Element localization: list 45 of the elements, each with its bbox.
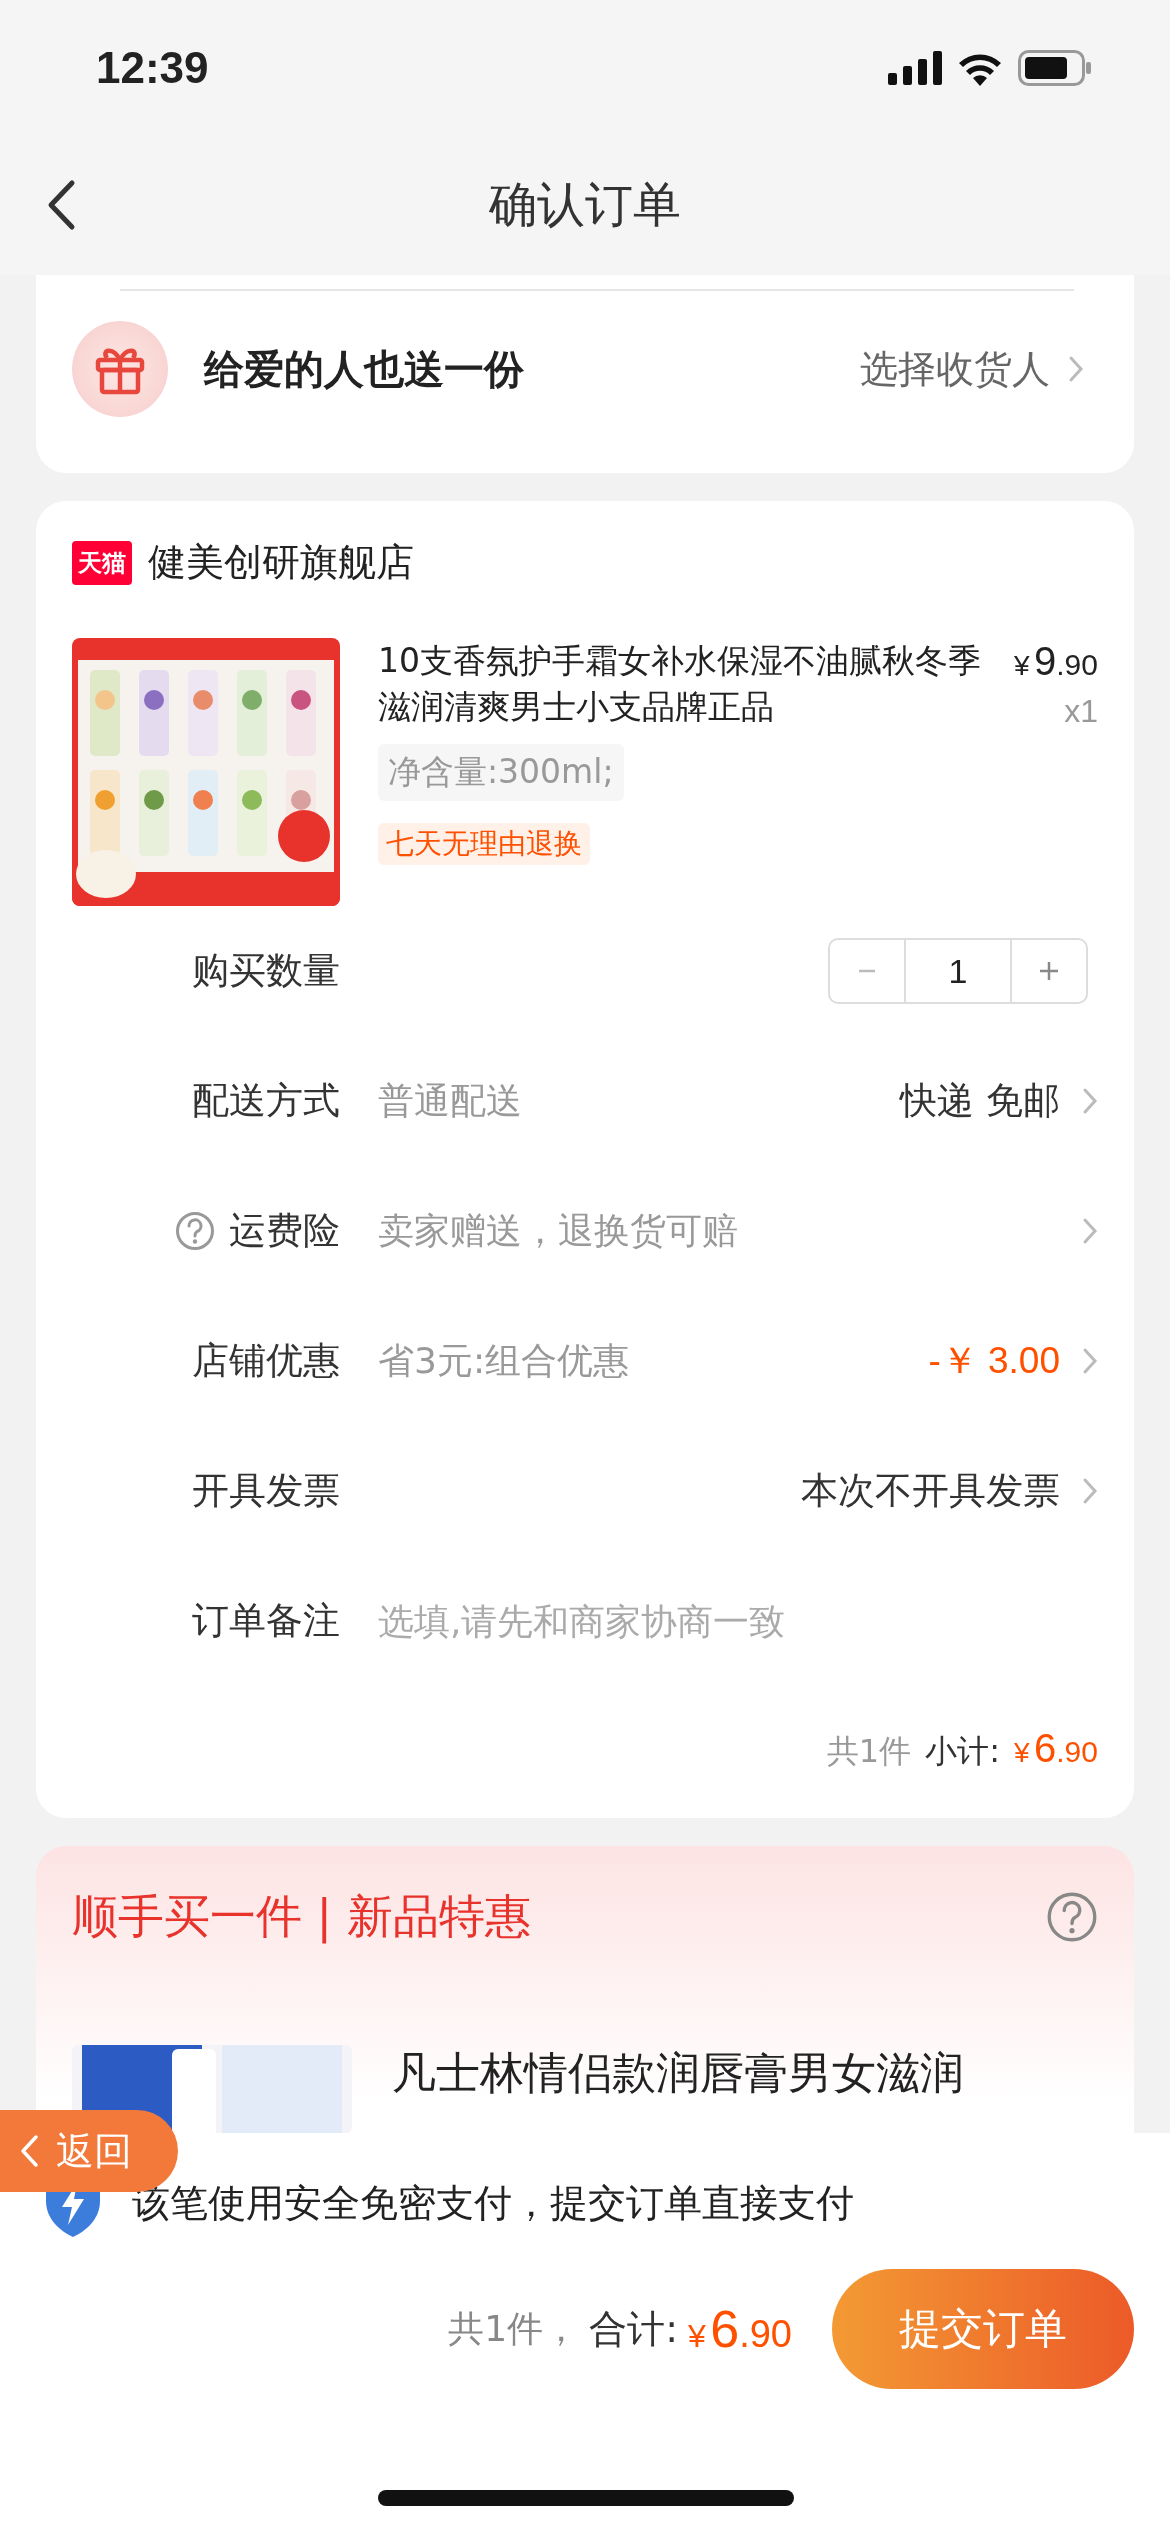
row-value[interactable]: 快递 免邮 [900,1076,1060,1126]
total-count: 共1件， [448,2306,580,2351]
row-label: 购买数量 [192,948,340,994]
chevron-icon [1068,355,1084,383]
gift-card[interactable]: 给爱的人也送一份 选择收货人 [36,275,1134,473]
chevron-icon[interactable] [1082,1347,1098,1375]
gift-label: 给爱的人也送一份 [204,344,525,394]
signal-icon [888,50,942,85]
product-quantity: x1 [1064,693,1098,730]
total-amount: ¥6.90 [688,2299,792,2359]
subtotal-amount: ¥6.90 [1014,1726,1098,1771]
row-label: 开具发票 [192,1468,340,1514]
page-title: 确认订单 [489,175,681,234]
store-badge: 天猫 [72,540,132,585]
row-label: 运费险 [229,1208,340,1254]
quantity-stepper[interactable]: 1 [828,938,1088,1004]
return-policy-tag: 七天无理由退换 [378,823,590,865]
row-label: 店铺优惠 [192,1338,340,1384]
row-label: 配送方式 [192,1078,340,1124]
quantity-value[interactable]: 1 [904,940,1012,1002]
chevron-icon[interactable] [1082,1477,1098,1505]
product-price: ¥9.90 [1014,638,1098,685]
subtotal-label: 小计: [925,1731,1000,1772]
choose-recipient-link[interactable]: 选择收货人 [860,343,1050,395]
upsell-product-title[interactable]: 凡士林情侣款润唇膏男女滋润 [392,2045,964,2101]
row-detail: 普通配送 [378,1078,522,1123]
chevron-icon[interactable] [1082,1087,1098,1115]
row-detail: 卖家赠送，退换货可赔 [378,1208,738,1253]
upsell-title: 顺手买一件 | 新品特惠 [72,1888,531,1946]
help-icon[interactable] [1046,1891,1098,1943]
product-spec: 净含量:300ml; [378,744,624,801]
row-detail: 省3元:组合优惠 [378,1338,630,1383]
product-title[interactable]: 10支香氛护手霜女补水保湿不油腻秋冬季滋润清爽男士小支品牌正品 [378,638,994,730]
chevron-icon [18,2133,40,2169]
store-name[interactable]: 健美创研旗舰店 [148,537,414,588]
total-label: 合计: [589,2305,678,2353]
battery-icon [1018,49,1092,86]
row-label: 订单备注 [192,1598,340,1644]
help-icon[interactable] [175,1211,215,1251]
chevron-icon[interactable] [1082,1217,1098,1245]
remark-field[interactable]: 选填,请先和商家协商一致 [378,1600,1098,1642]
back-icon[interactable] [46,179,76,231]
status-time: 12:39 [96,42,209,93]
item-count: 共1件 [826,1731,912,1772]
row-value[interactable]: 本次不开具发票 [801,1466,1060,1516]
